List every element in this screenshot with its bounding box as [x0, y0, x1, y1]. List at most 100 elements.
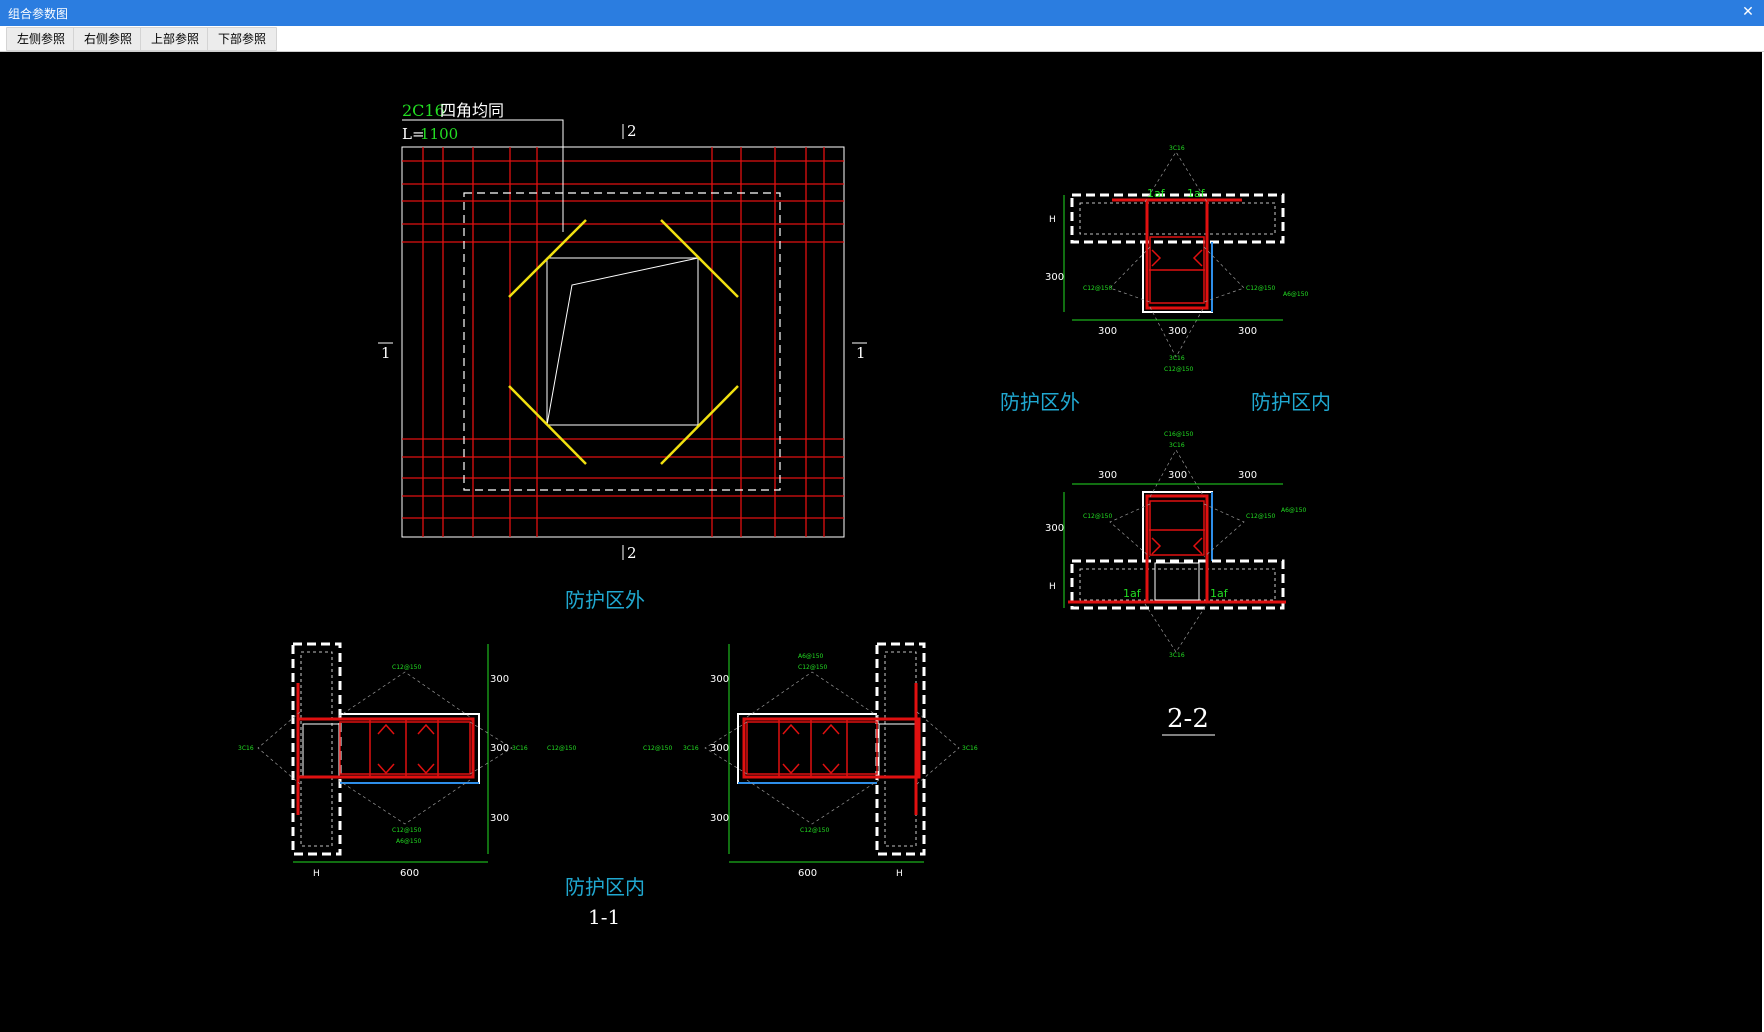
window-title: 组合参数图 [8, 7, 69, 21]
wall-inner-outline [884, 651, 917, 847]
leader-dashed [746, 779, 880, 825]
tie-hook [1192, 249, 1203, 267]
plan-view: 2C16 四角均同 L= 1100 2 2 1 1 防护区外 [378, 101, 867, 612]
section-2-2-bottom-detail: 300 300 300 300 H 1af 1af C16@150 3C16 C… [1045, 431, 1307, 659]
rebar-callout: C12@150 [392, 664, 421, 671]
section-2-2-title: 2-2 [1167, 704, 1209, 734]
rebar-callout: A6@150 [1281, 507, 1307, 514]
section-mark-left: 1 [381, 344, 391, 362]
slab-inner-outline [1079, 568, 1276, 601]
section-mark-right: 1 [856, 344, 866, 362]
dim-text: 300 [1238, 470, 1257, 481]
rebar-callout: C12@150 [1246, 285, 1275, 292]
laf-label: 1af [1187, 187, 1206, 200]
title-bar: 组合参数图 ✕ [0, 0, 1764, 26]
rebar-callout: A6@150 [1283, 291, 1309, 298]
section-2-2-zone-inner: 防护区内 [1251, 390, 1331, 414]
rebar-callout: 3C16 [962, 745, 978, 752]
stirrup-outer [296, 717, 475, 779]
rebar-callout: 3C16 [1169, 355, 1185, 362]
leader-dashed [1203, 246, 1245, 303]
stirrup-inner [339, 721, 471, 775]
leader-dashed [746, 671, 880, 718]
wing-outline [340, 713, 480, 784]
section-1-1-left-detail: 300 300 300 H 600 C12@150 3C16 C12@150 A… [238, 642, 576, 879]
stirrup-outer [742, 717, 921, 779]
section-2-2-top-detail: 300 300 300 H 300 1af 1af 3C16 C12@150 C… [1045, 145, 1309, 373]
laf-label: 1af [1147, 187, 1166, 200]
toolbar: 左侧参照 右侧参照 上部参照 下部参照 [0, 26, 1764, 52]
rebar-callout: 3C16 [683, 745, 699, 752]
dim-text: H [896, 869, 903, 879]
dim-text: 300 [1098, 326, 1117, 337]
dim-text: 300 [710, 813, 729, 824]
section-1-1-title: 1-1 [588, 905, 620, 929]
section-1-1-zone-caption: 防护区内 [565, 875, 645, 899]
rebar-label-green: 2C16 [402, 101, 445, 120]
rebar-callout: C12@150 [1164, 366, 1193, 373]
rebar-callout: C12@150 [800, 827, 829, 834]
tie-hook [417, 723, 435, 735]
dim-text: 300 [710, 743, 729, 754]
right-reference-button[interactable]: 右侧参照 [73, 27, 144, 51]
web-outline [1142, 491, 1213, 561]
stirrup-inner [746, 721, 878, 775]
rebar-callout: A6@150 [396, 838, 422, 845]
bottom-reference-button[interactable]: 下部参照 [207, 27, 278, 51]
rebar-callout: 3C16 [238, 745, 254, 752]
leader-dashed [337, 671, 471, 718]
top-reference-button[interactable]: 上部参照 [140, 27, 211, 51]
length-value: 1100 [420, 125, 458, 143]
section-mark-top: 2 [627, 122, 637, 140]
wall-inner-outline [300, 651, 333, 847]
tie-hook [822, 763, 840, 775]
tie-hook [1151, 249, 1162, 267]
wing-outline [737, 713, 877, 784]
rebar-callout: A6@150 [798, 653, 824, 660]
laf-label: 1af [1210, 587, 1229, 600]
rebar-callout: C12@150 [1083, 513, 1112, 520]
dim-text: 300 [1168, 470, 1187, 481]
laf-label: 1af [1123, 587, 1142, 600]
rebar-callout: 3C16 [1169, 442, 1185, 449]
left-reference-button[interactable]: 左侧参照 [6, 27, 77, 51]
rebar-callout: C12@150 [643, 745, 672, 752]
wall-core [878, 723, 916, 777]
leader-dashed [337, 779, 471, 825]
rebar-callout: 3C16 [1169, 652, 1185, 659]
wall-core [302, 723, 340, 777]
close-icon[interactable]: ✕ [1738, 2, 1758, 22]
dim-text: H [313, 869, 320, 879]
rebar-callout: 3C16 [1169, 145, 1185, 152]
rebar-callout: C12@150 [392, 827, 421, 834]
tie-hook [782, 723, 800, 735]
section-2-2-zone-outer: 防护区外 [1000, 390, 1080, 414]
plan-zone-caption: 防护区外 [565, 588, 645, 612]
dim-text: 300 [1238, 326, 1257, 337]
rebar-callout: C12@150 [798, 664, 827, 671]
leader-dashed [1144, 603, 1208, 653]
tie-hook [1151, 537, 1162, 555]
dim-text: 300 [490, 743, 509, 754]
tie-hook [417, 763, 435, 775]
tie-hook [377, 723, 395, 735]
dim-text: 300 [490, 674, 509, 685]
dim-text: 600 [400, 868, 419, 879]
dim-text: 300 [1045, 272, 1064, 283]
leader-dashed [1203, 503, 1245, 558]
dim-text: 300 [1098, 470, 1117, 481]
rebar-callout: 3C16 [512, 745, 528, 752]
dim-text: H [1049, 215, 1056, 225]
section-1-1-right-detail: 300 300 300 600 H A6@150 C12@150 C12@150… [643, 642, 978, 879]
tie-hook [782, 763, 800, 775]
cad-drawing: 2C16 四角均同 L= 1100 2 2 1 1 防护区外 300 300 3… [238, 101, 1331, 929]
wall-dashed-outline [291, 642, 342, 856]
tie-hook [1192, 537, 1203, 555]
rebar-callout: C12@150 [1083, 285, 1112, 292]
plan-opening [546, 257, 699, 426]
tie-hook [377, 763, 395, 775]
drawing-canvas: 2C16 四角均同 L= 1100 2 2 1 1 防护区外 300 300 3… [0, 52, 1764, 1032]
dim-text: 300 [710, 674, 729, 685]
rebar-callout: C12@150 [547, 745, 576, 752]
dim-text: 600 [798, 868, 817, 879]
